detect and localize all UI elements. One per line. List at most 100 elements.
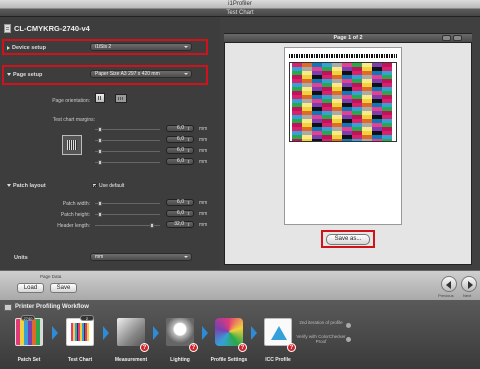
step-label-lighting: Lighting xyxy=(170,357,190,363)
next-label: Next xyxy=(463,293,472,298)
patch-set-icon xyxy=(15,318,43,346)
verify-note: Verify with ColorChecker Proof xyxy=(296,334,346,344)
margin-right-unit: mm xyxy=(199,148,208,154)
document-name: CL-CMYKRG-2740-v4 xyxy=(14,23,90,33)
patch-column xyxy=(322,63,332,141)
slider-knob[interactable] xyxy=(98,127,102,132)
device-setup-value: i1iSis 2 xyxy=(95,44,112,50)
test-chart-margins-label: Test chart margins: xyxy=(52,117,95,123)
disclosure-down-icon xyxy=(7,73,11,77)
page-orientation-label: Page orientation: xyxy=(52,98,90,104)
device-setup-label[interactable]: Device setup xyxy=(7,45,46,51)
iteration-toggle-icon[interactable] xyxy=(346,323,351,328)
lightbulb-icon xyxy=(166,318,194,346)
workflow-arrow-icon xyxy=(103,326,109,340)
step-label-profile-settings: Profile Settings xyxy=(210,357,248,363)
header-length-unit: mm xyxy=(199,222,208,228)
stepper-icon[interactable]: ⇕ xyxy=(186,126,191,131)
use-default-checkbox[interactable] xyxy=(92,183,97,188)
workflow-bar: Printer Profiling Workflow 2740 Patch Se… xyxy=(0,300,480,369)
margin-right-field[interactable]: 6,0 ⇕ xyxy=(166,147,194,154)
app-title: i1Profiler xyxy=(228,1,252,7)
patch-width-label: Patch width: xyxy=(62,201,90,207)
page-setup-label[interactable]: Page setup xyxy=(7,72,42,78)
stepper-icon[interactable]: ⇕ xyxy=(186,200,191,205)
margin-left-field[interactable]: 6,0 ⇕ xyxy=(166,136,194,143)
alert-badge-icon: ? xyxy=(189,343,198,352)
step-label-measurement: Measurement xyxy=(114,357,148,363)
margin-top-unit: mm xyxy=(199,126,208,132)
patch-height-field[interactable]: 6,0 ⇕ xyxy=(166,210,194,217)
previous-page-icon[interactable] xyxy=(442,35,451,41)
arrow-right-icon xyxy=(468,281,473,289)
patch-column xyxy=(312,63,322,141)
patch-layout-label[interactable]: Patch layout xyxy=(7,183,46,189)
stepper-icon[interactable]: ⇕ xyxy=(186,159,191,164)
settings-panel: CL-CMYKRG-2740-v4 Device setup i1iSis 2 … xyxy=(0,17,220,270)
header-length-field[interactable]: 32,0 ⇕ xyxy=(166,221,194,228)
patch-height-slider[interactable] xyxy=(95,212,160,217)
device-setup-dropdown[interactable]: i1iSis 2 xyxy=(90,43,192,51)
stepper-icon[interactable]: ⇕ xyxy=(186,222,191,227)
color-patch-chart xyxy=(289,62,397,142)
patch-width-field[interactable]: 6,0 ⇕ xyxy=(166,199,194,206)
document-icon xyxy=(4,23,11,33)
next-page-icon[interactable] xyxy=(453,35,462,41)
margin-left-unit: mm xyxy=(199,137,208,143)
previous-button[interactable] xyxy=(441,276,457,292)
measurement-device-icon xyxy=(117,318,145,346)
save-as-button[interactable]: Save as... xyxy=(326,234,370,245)
save-button[interactable]: Save xyxy=(50,283,77,293)
patch-column xyxy=(302,63,312,141)
alert-badge-icon: ? xyxy=(140,343,149,352)
stepper-icon[interactable]: ⇕ xyxy=(186,211,191,216)
stepper-icon[interactable]: ⇕ xyxy=(186,148,191,153)
slider-knob[interactable] xyxy=(98,138,102,143)
slider-knob[interactable] xyxy=(98,160,102,165)
patch-width-unit: mm xyxy=(199,200,208,206)
slider-knob[interactable] xyxy=(98,201,102,206)
page-setup-value: Paper Size A3 297 x 420 mm xyxy=(95,71,160,77)
units-value: mm xyxy=(95,254,104,260)
page-setup-dropdown[interactable]: Paper Size A3 297 x 420 mm xyxy=(90,70,192,78)
patch-height-label: Patch height: xyxy=(60,212,90,218)
patch-column xyxy=(342,63,352,141)
header-length-slider[interactable] xyxy=(95,223,160,228)
patch-height-unit: mm xyxy=(199,211,208,217)
chevron-down-icon xyxy=(184,46,188,48)
margin-top-field[interactable]: 6,0 ⇕ xyxy=(166,125,194,132)
slider-knob[interactable] xyxy=(98,212,102,217)
step-label-patch-set: Patch Set xyxy=(17,357,41,363)
stepper-icon[interactable]: ⇕ xyxy=(186,137,191,142)
chevron-down-icon xyxy=(184,73,188,75)
margins-diagram-icon xyxy=(62,135,82,155)
landscape-orientation-icon[interactable] xyxy=(115,94,127,103)
next-button[interactable] xyxy=(461,276,477,292)
printer-icon xyxy=(4,304,12,311)
portrait-orientation-icon[interactable] xyxy=(95,93,105,103)
margin-bottom-unit: mm xyxy=(199,159,208,165)
patch-column xyxy=(382,63,392,141)
slider-knob[interactable] xyxy=(98,149,102,154)
profile-settings-icon xyxy=(215,318,243,346)
page-count-badge: 2 xyxy=(80,315,94,321)
units-dropdown[interactable]: mm xyxy=(90,253,192,261)
test-chart-sheet xyxy=(284,47,402,225)
margin-bottom-field[interactable]: 6,0 ⇕ xyxy=(166,158,194,165)
margin-right-slider[interactable] xyxy=(95,149,160,154)
verify-toggle-icon[interactable] xyxy=(346,337,351,342)
section-header: Test Chart xyxy=(0,9,480,17)
load-button[interactable]: Load xyxy=(17,283,44,293)
window-titlebar: i1Profiler xyxy=(0,0,480,9)
margin-bottom-slider[interactable] xyxy=(95,160,160,165)
slider-knob[interactable] xyxy=(150,223,154,228)
arrow-left-icon xyxy=(446,281,451,289)
patch-column xyxy=(372,63,382,141)
step-label-icc-profile: ICC Profile xyxy=(265,357,291,363)
workflow-arrow-icon xyxy=(52,326,58,340)
margin-top-slider[interactable] xyxy=(95,127,160,132)
patch-width-slider[interactable] xyxy=(95,201,160,206)
patch-column xyxy=(332,63,342,141)
margin-left-slider[interactable] xyxy=(95,138,160,143)
step-test-chart[interactable] xyxy=(62,316,98,352)
